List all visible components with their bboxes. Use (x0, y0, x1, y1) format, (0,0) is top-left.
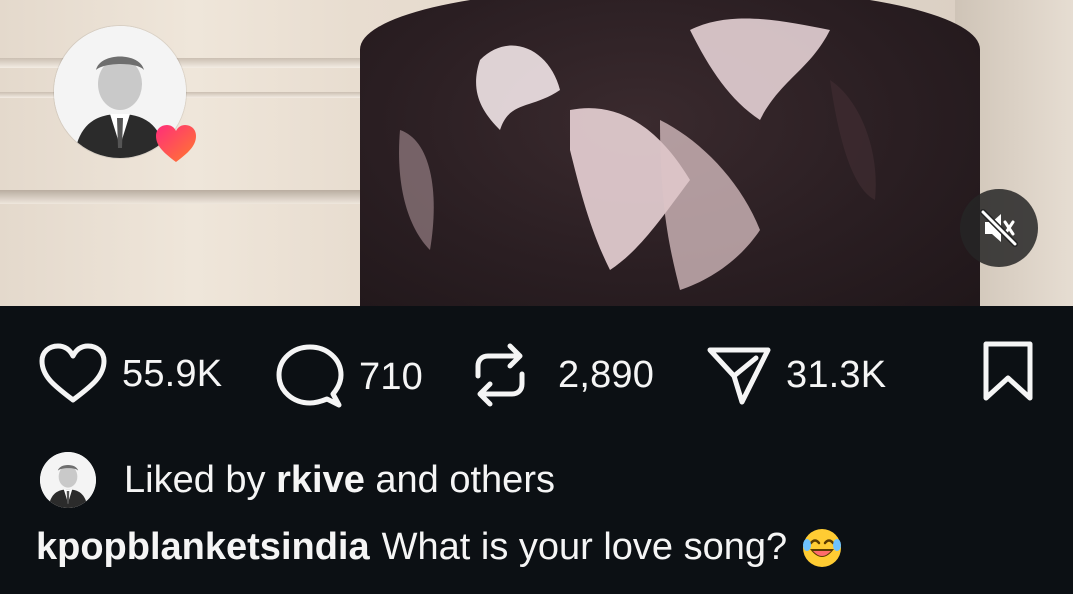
video-subject (360, 0, 980, 306)
speaker-muted-icon (980, 209, 1018, 247)
liked-by-prefix: Liked by (124, 458, 277, 501)
graphic-print (399, 18, 876, 290)
paper-plane-icon (707, 347, 771, 405)
like-button[interactable]: 55.9K (38, 342, 222, 406)
post-actions-bar: 55.9K 710 2,890 31.3K (0, 306, 1073, 436)
like-count: 55.9K (122, 352, 223, 395)
bookmark-icon (983, 341, 1033, 401)
repost-button[interactable]: 2,890 (470, 342, 654, 408)
liker-avatar-icon (40, 452, 96, 508)
caption-username[interactable]: kpopblanketsindia (36, 526, 370, 569)
liked-by-row[interactable]: Liked by rkive and others (40, 452, 555, 508)
comment-bubble-icon (276, 344, 344, 408)
post-media[interactable] (0, 0, 1073, 306)
share-count: 31.3K (786, 353, 887, 396)
liked-by-username[interactable]: rkive (276, 459, 365, 501)
caption-text: What is your love song? (381, 526, 788, 568)
repost-icon (475, 343, 525, 407)
save-button[interactable] (980, 340, 1036, 402)
heart-icon (156, 125, 196, 162)
author-avatar[interactable] (54, 26, 196, 162)
liked-by-suffix: and others (364, 458, 555, 501)
mute-toggle-button[interactable] (960, 189, 1038, 267)
comment-count: 710 (359, 355, 424, 398)
repost-count: 2,890 (558, 353, 655, 396)
laughing-emoji-icon (803, 528, 842, 567)
share-button[interactable]: 31.3K (706, 342, 886, 408)
post-caption: kpopblanketsindia What is your love song… (36, 526, 843, 569)
comment-button[interactable]: 710 (275, 342, 423, 412)
liked-by-text: Liked by rkive and others (124, 459, 555, 502)
heart-outline-icon (39, 343, 107, 403)
